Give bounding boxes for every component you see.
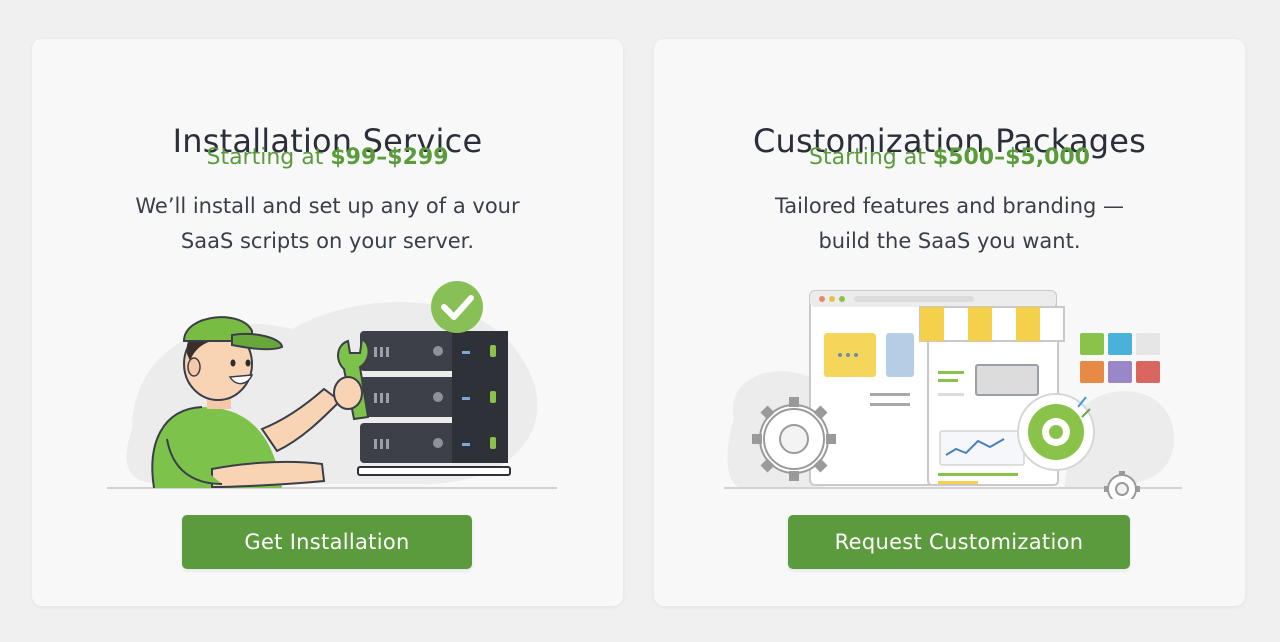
description-line-1: Tailored features and branding — bbox=[774, 194, 1125, 218]
color-palette-icon bbox=[1080, 333, 1160, 383]
price-value: $500–$5,000 bbox=[932, 145, 1090, 170]
target-icon bbox=[1017, 393, 1095, 471]
price-prefix: Starting at bbox=[206, 145, 331, 170]
description-line-1: We’ll install and set up any of a vour bbox=[135, 194, 520, 218]
description-line-2: build the SaaS you want. bbox=[818, 229, 1081, 253]
gear-icon bbox=[752, 397, 836, 481]
technician-with-server-illustration bbox=[107, 281, 557, 489]
request-customization-button[interactable]: Request Customization bbox=[788, 515, 1130, 569]
description-line-2: SaaS scripts on your server. bbox=[180, 229, 475, 253]
installation-service-card: Installation Service Starting at $99–$29… bbox=[32, 39, 623, 606]
get-installation-button[interactable]: Get Installation bbox=[182, 515, 472, 569]
customization-packages-card: Customization Packages Starting at $500–… bbox=[654, 39, 1245, 606]
server-rack-icon bbox=[357, 331, 511, 476]
card-description: Tailored features and branding — build t… bbox=[714, 189, 1185, 259]
price-line: Starting at $500–$5,000 bbox=[654, 141, 1245, 175]
customization-storefront-illustration bbox=[724, 290, 1182, 499]
price-line: Starting at $99–$299 bbox=[32, 141, 623, 175]
check-circle-icon bbox=[431, 281, 483, 333]
price-prefix: Starting at bbox=[809, 145, 933, 170]
card-description: We’ll install and set up any of a vour S… bbox=[92, 189, 563, 259]
price-value: $99–$299 bbox=[330, 145, 449, 170]
